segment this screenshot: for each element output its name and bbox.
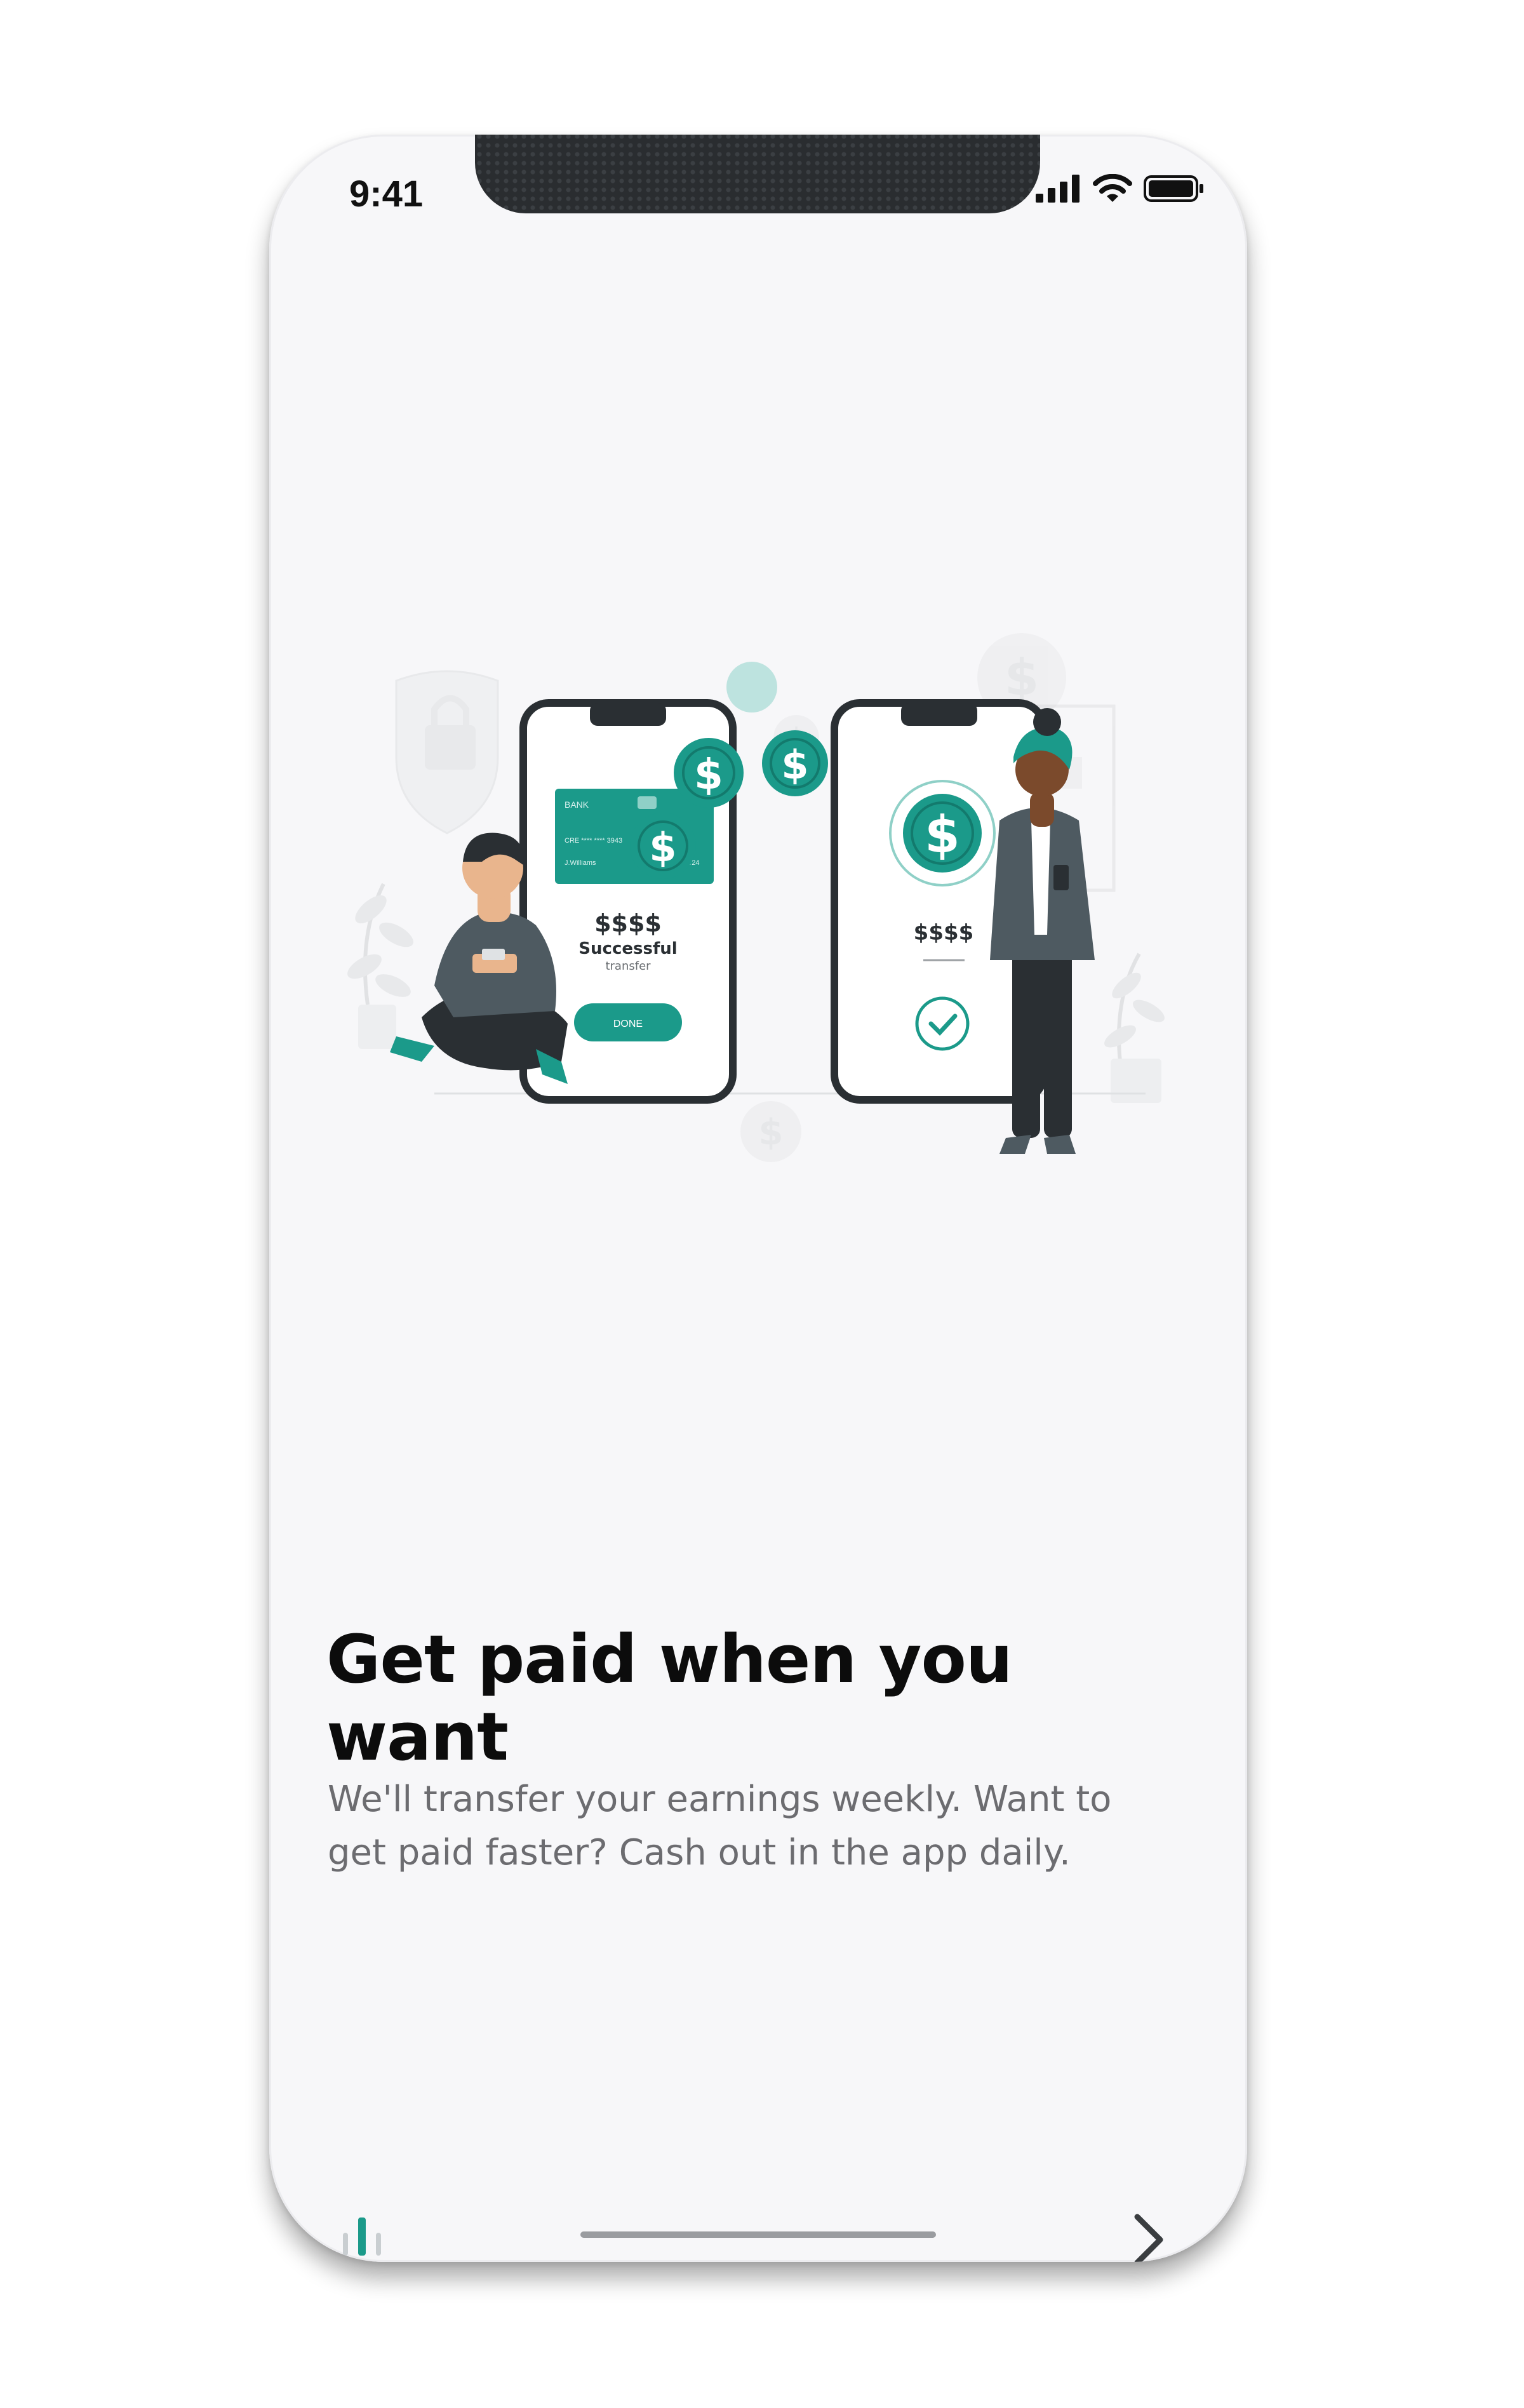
svg-text:J.Williams: J.Williams xyxy=(565,859,596,867)
battery-icon xyxy=(1144,175,1203,202)
page-indicator xyxy=(343,2217,381,2256)
onboarding-description: We'll transfer your earnings weekly. Wan… xyxy=(328,1779,1112,1873)
faded-coin-icon: $ xyxy=(740,1101,801,1162)
svg-text:$$$$: $$$$ xyxy=(594,909,662,937)
svg-text:CRE **** **** 3943: CRE **** **** 3943 xyxy=(565,837,622,845)
svg-text:$$$$: $$$$ xyxy=(914,920,974,946)
svg-text:BANK: BANK xyxy=(565,799,589,810)
svg-text:$: $ xyxy=(694,750,723,799)
status-time: 9:41 xyxy=(349,173,424,215)
svg-text:$: $ xyxy=(759,1112,784,1153)
coin-icon: $ xyxy=(762,730,828,796)
svg-text:DONE: DONE xyxy=(613,1019,643,1029)
page-dot-active xyxy=(358,2217,366,2256)
status-icons xyxy=(1036,174,1205,203)
wifi-icon xyxy=(1093,174,1132,202)
next-button[interactable] xyxy=(1107,2198,1190,2262)
svg-text:transfer: transfer xyxy=(605,960,651,973)
onboarding-illustration: $ $ $ xyxy=(307,579,1196,1313)
svg-text:Successful: Successful xyxy=(578,939,677,958)
plant-icon xyxy=(347,883,413,1049)
svg-text:$: $ xyxy=(1005,650,1039,707)
svg-text:$: $ xyxy=(649,824,676,871)
plant-icon xyxy=(1104,953,1165,1103)
chevron-right-icon xyxy=(1134,2214,1163,2262)
shield-lock-icon xyxy=(395,670,499,834)
coin-icon: $ xyxy=(630,813,696,879)
page-dot xyxy=(343,2233,348,2256)
coin-icon: $ xyxy=(674,738,744,808)
device-notch xyxy=(475,135,1040,213)
signal-icon xyxy=(1036,175,1080,203)
onboarding-title: Get paid when you want xyxy=(326,1621,1013,1776)
home-indicator[interactable] xyxy=(580,2231,936,2238)
page-dot xyxy=(376,2233,381,2256)
svg-text:$: $ xyxy=(781,742,808,788)
phone-screen: 9:41 $ $ BANK CRE **** **** 3943 J.Willi… xyxy=(269,135,1247,2262)
decor-circle xyxy=(726,662,777,712)
svg-text:$: $ xyxy=(925,805,960,864)
